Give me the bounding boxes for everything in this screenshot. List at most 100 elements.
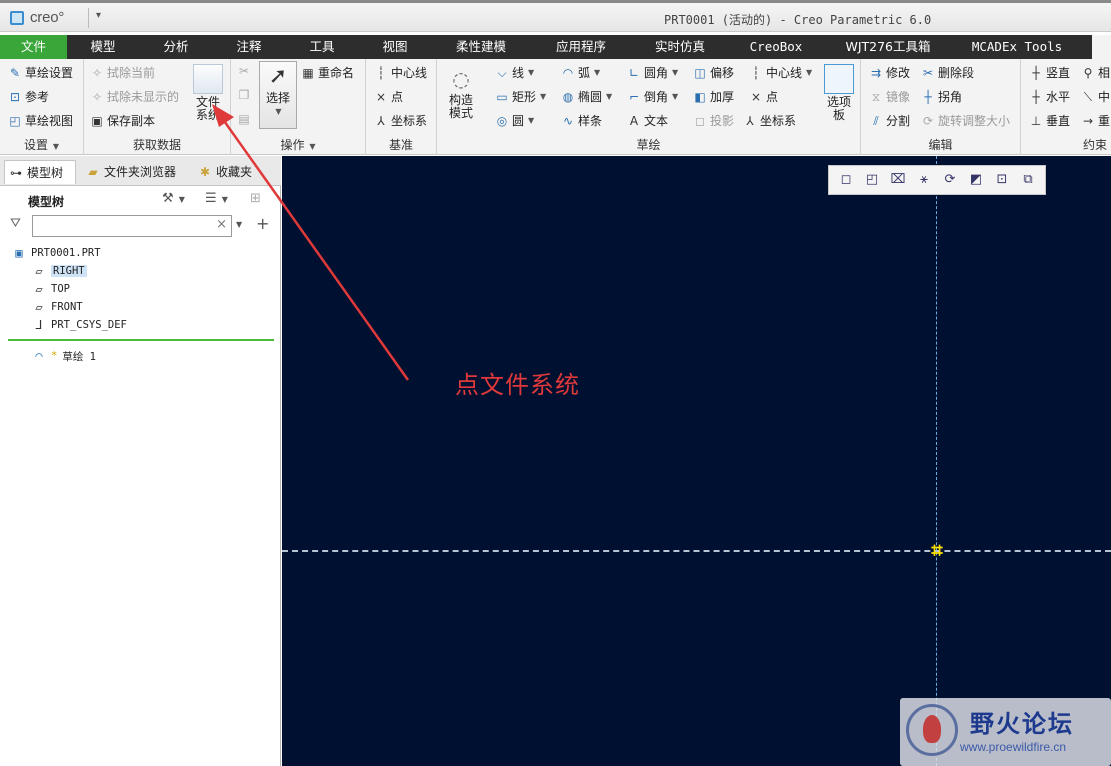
tab-folder-browser[interactable]: ▰ 文件夹浏览器	[82, 160, 190, 184]
paste-icon: ▤	[238, 112, 250, 126]
sketch-view-icon[interactable]: ⊡	[993, 171, 1011, 189]
construction-mode-button[interactable]: ◌ 构造 模式	[445, 64, 477, 120]
save-copy-button[interactable]: ▣ 保存副本	[90, 112, 155, 129]
hammer-icon: ⚒	[162, 191, 174, 206]
fillet-button[interactable]: ∟ 圆角 ▼	[627, 64, 678, 81]
sketch-csys-button[interactable]: ⅄ 坐标系	[743, 112, 796, 129]
sketch-setup-button[interactable]: ✎ 草绘设置	[8, 64, 73, 81]
repaint-icon[interactable]: ⟳	[941, 171, 959, 189]
chamfer-button[interactable]: ⌐ 倒角 ▼	[627, 88, 678, 105]
group-label-settings[interactable]: 设置 ▼	[0, 136, 83, 153]
display-style-icon[interactable]: ⚹	[915, 171, 933, 189]
chevron-down-icon: ▼	[528, 68, 535, 77]
circle-button[interactable]: ◎ 圆 ▼	[495, 112, 534, 129]
mirror-button[interactable]: ⧖ 镜像	[869, 88, 910, 105]
tangent-constraint-button[interactable]: ⚲ 相	[1081, 64, 1110, 81]
add-icon[interactable]: +	[256, 214, 269, 233]
corner-label: 拐角	[938, 90, 963, 104]
tree-filter-button[interactable]: ⊞	[250, 191, 261, 206]
paste-button[interactable]: ▤	[237, 112, 251, 126]
filter-icon[interactable]: ⛛	[10, 216, 21, 231]
tab-model-tree[interactable]: ⊶ 模型树	[4, 160, 76, 184]
zoom-icon[interactable]: ◰	[863, 171, 881, 189]
cut-button[interactable]: ✂	[237, 64, 251, 78]
menu-mcadex[interactable]: MCADEx Tools	[966, 35, 1068, 59]
menu-wjt276[interactable]: WJT276工具箱	[840, 35, 936, 59]
thicken-button[interactable]: ◧ 加厚	[693, 88, 734, 105]
tree-columns-button[interactable]: ☰ ▼	[205, 191, 228, 206]
tree-item-sketch[interactable]: ◠ * 草绘 1	[32, 348, 96, 364]
group-operations: ✂ ❐ ▤ ➚ 选择 ▼ ▦ 重命名 操作 ▼	[231, 59, 366, 155]
rectangle-button[interactable]: ▭ 矩形 ▼	[495, 88, 546, 105]
coincident-constraint-button[interactable]: → 重	[1081, 112, 1110, 129]
menu-creobox[interactable]: CreoBox	[740, 35, 812, 59]
palette-button[interactable]: 选项 板	[821, 64, 857, 122]
erase-current-button[interactable]: ✧ 拭除当前	[90, 64, 155, 81]
menu-file[interactable]: 文件	[0, 35, 67, 59]
menu-sketch[interactable]	[1092, 35, 1111, 59]
line-button[interactable]: ⌵ 线 ▼	[495, 64, 534, 81]
tab-favorites[interactable]: ✱ 收藏夹	[194, 160, 264, 184]
references-button[interactable]: ⊡ 参考	[8, 88, 49, 105]
spline-button[interactable]: ∿ 样条	[561, 112, 602, 129]
clear-icon[interactable]: ×	[216, 217, 227, 232]
coordinate-system-icon: ⅃	[35, 318, 43, 332]
sketcher-display-icon[interactable]: ⧉	[1019, 171, 1037, 189]
datum-point-button[interactable]: × 点	[374, 88, 403, 105]
group-label-operations[interactable]: 操作 ▼	[231, 136, 365, 153]
divide-button[interactable]: ⫽ 分割	[869, 112, 910, 129]
search-input[interactable]	[33, 216, 213, 236]
horizontal-label: 水平	[1046, 90, 1071, 104]
offset-button[interactable]: ◫ 偏移	[693, 64, 734, 81]
ellipse-button[interactable]: ◍ 椭圆 ▼	[561, 88, 612, 105]
graphics-window[interactable]: ⌗ ◻ ◰ ⌧ ⚹ ⟳ ◩ ⊡ ⧉ 野火论坛 www.proewildfire.…	[282, 156, 1111, 766]
menu-tools[interactable]: 工具	[296, 35, 348, 59]
rotate-resize-button[interactable]: ⟳ 旋转调整大小	[921, 112, 1010, 129]
menu-flexible-modeling[interactable]: 柔性建模	[444, 35, 518, 59]
select-button[interactable]: ➚ 选择 ▼	[259, 61, 297, 129]
erase-not-displayed-button[interactable]: ✧ 拭除未显示的	[90, 88, 179, 105]
quick-access-dropdown[interactable]: ▾	[96, 10, 101, 21]
menu-model[interactable]: 模型	[77, 35, 129, 59]
sketch-centerline-button[interactable]: ┆ 中心线 ▼	[749, 64, 812, 81]
corner-button[interactable]: ┼ 拐角	[921, 88, 962, 105]
thicken-label: 加厚	[710, 90, 735, 104]
copy-button[interactable]: ❐	[237, 88, 251, 102]
datum-csys-button[interactable]: ⅄ 坐标系	[374, 112, 427, 129]
datum-centerline-button[interactable]: ┆ 中心线	[374, 64, 427, 81]
tree-item-csys[interactable]: ⅃ PRT_CSYS_DEF	[32, 317, 127, 333]
horizontal-constraint-button[interactable]: ┼ 水平	[1029, 88, 1070, 105]
menu-annotate[interactable]: 注释	[223, 35, 275, 59]
tree-item-front[interactable]: ▱ FRONT	[32, 299, 82, 315]
tree-item-right[interactable]: ▱ RIGHT	[32, 263, 87, 279]
tree-item-label: RIGHT	[51, 265, 87, 277]
rename-button[interactable]: ▦ 重命名	[301, 64, 354, 81]
divide-label: 分割	[886, 114, 911, 128]
tree-item-part[interactable]: ▣ PRT0001.PRT	[12, 245, 100, 261]
menu-view[interactable]: 视图	[369, 35, 421, 59]
group-label-sketch: 草绘	[636, 138, 661, 152]
saved-views-icon[interactable]: ◩	[967, 171, 985, 189]
project-button[interactable]: ◻ 投影	[693, 112, 734, 129]
text-button[interactable]: A 文本	[627, 112, 668, 129]
modify-button[interactable]: ⇉ 修改	[869, 64, 910, 81]
thicken-icon: ◧	[694, 89, 706, 104]
refit-icon[interactable]: ◻	[837, 171, 855, 189]
tree-settings-button[interactable]: ⚒ ▼	[162, 191, 185, 206]
sketch-view-button[interactable]: ◰ 草绘视图	[8, 112, 73, 129]
search-box[interactable]: ×	[32, 215, 232, 237]
tree-item-top[interactable]: ▱ TOP	[32, 281, 70, 297]
menu-applications[interactable]: 应用程序	[544, 35, 618, 59]
arc-icon: ◠	[562, 65, 574, 80]
perpendicular-constraint-button[interactable]: ⊥ 垂直	[1029, 112, 1070, 129]
search-dropdown-icon[interactable]: ▼	[236, 220, 242, 229]
arc-button[interactable]: ◠ 弧 ▼	[561, 64, 600, 81]
vertical-constraint-button[interactable]: ┼ 竖直	[1029, 64, 1070, 81]
sketch-point-button[interactable]: × 点	[749, 88, 778, 105]
file-system-button[interactable]: 文件 系统	[190, 64, 226, 122]
camera-icon[interactable]: ⌧	[889, 171, 907, 189]
delete-segment-button[interactable]: ✂ 删除段	[921, 64, 974, 81]
menu-analysis[interactable]: 分析	[150, 35, 202, 59]
menu-simulation[interactable]: 实时仿真	[643, 35, 717, 59]
midpoint-constraint-button[interactable]: ⟍ 中	[1081, 88, 1110, 105]
